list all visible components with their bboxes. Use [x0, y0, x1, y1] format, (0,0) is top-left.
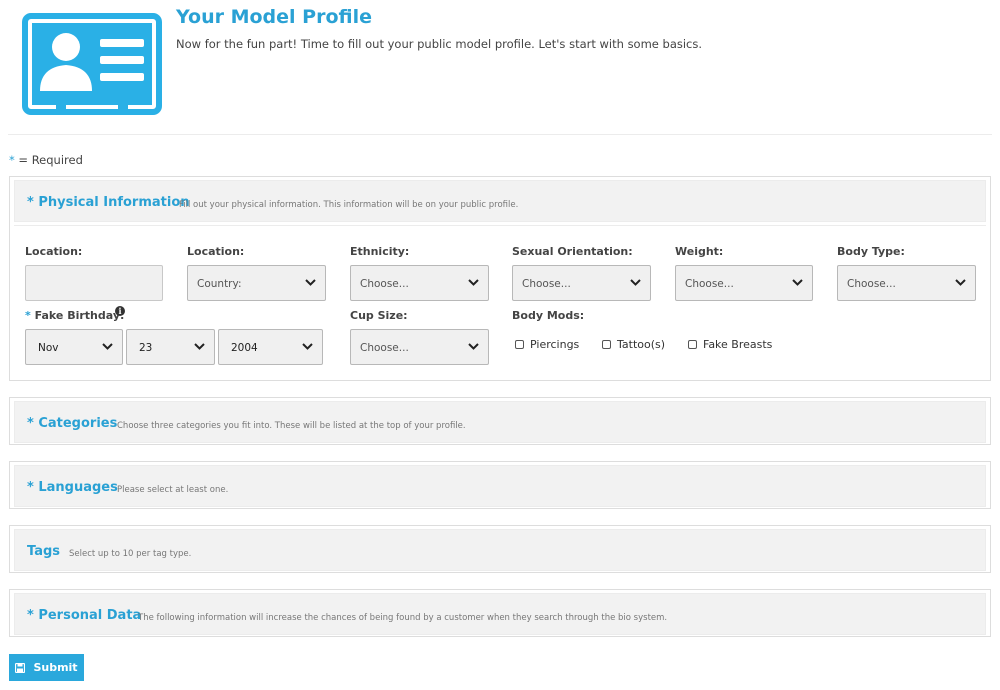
categories-section: * Categories Choose three categories you…: [9, 397, 991, 445]
physical-information-title: * Physical Information: [27, 195, 190, 210]
location-country-label: Location:: [187, 245, 245, 258]
country-select[interactable]: Country:: [187, 265, 326, 301]
piercings-label: Piercings: [530, 338, 580, 351]
required-note-text: = Required: [18, 153, 83, 167]
physical-information-description: Fill out your physical information. This…: [179, 200, 519, 210]
fake-birthday-label-text: Fake Birthday:: [34, 309, 125, 322]
page-header: Your Model Profile Now for the fun part!…: [0, 0, 1000, 135]
tags-description: Select up to 10 per tag type.: [69, 549, 192, 559]
tags-title: Tags: [27, 544, 61, 559]
categories-description: Choose three categories you fit into. Th…: [117, 421, 466, 431]
location-city-input[interactable]: [25, 265, 163, 301]
sexual-orientation-label: Sexual Orientation:: [512, 245, 633, 258]
chevron-down-icon: [194, 343, 205, 350]
page-intro: Now for the fun part! Time to fill out y…: [176, 37, 703, 51]
submit-button[interactable]: Submit: [9, 654, 84, 681]
sexual-orientation-select[interactable]: Choose...: [512, 265, 651, 301]
tattoos-checkbox[interactable]: [602, 340, 611, 349]
languages-title: * Languages: [27, 480, 118, 495]
cup-size-label: Cup Size:: [350, 309, 408, 322]
personal-data-header[interactable]: * Personal Data The following informatio…: [14, 593, 986, 635]
sexual-orientation-select-value: Choose...: [522, 278, 571, 290]
body-type-select-value: Choose...: [847, 278, 896, 290]
chevron-down-icon: [302, 343, 313, 350]
piercings-checkbox-item[interactable]: Piercings: [515, 338, 579, 351]
info-icon[interactable]: i: [115, 306, 125, 316]
tags-section: Tags Select up to 10 per tag type.: [9, 525, 991, 573]
required-note: * = Required: [9, 153, 83, 167]
chevron-down-icon: [468, 279, 479, 286]
ethnicity-label: Ethnicity:: [350, 245, 410, 258]
tattoos-checkbox-item[interactable]: Tattoo(s): [602, 338, 665, 351]
weight-select[interactable]: Choose...: [675, 265, 813, 301]
categories-title: * Categories: [27, 416, 118, 431]
required-star: *: [25, 309, 31, 322]
cup-size-select-value: Choose...: [360, 342, 409, 354]
chevron-down-icon: [468, 343, 479, 350]
birthday-month-value: Nov: [38, 342, 59, 354]
profile-card-icon: [22, 13, 162, 115]
birthday-day-value: 23: [139, 342, 153, 354]
fake-breasts-label: Fake Breasts: [703, 338, 773, 351]
header-divider: [8, 134, 992, 135]
section-divider: [14, 225, 986, 226]
birthday-year-select[interactable]: 2004: [218, 329, 323, 365]
fake-birthday-label: * Fake Birthday:: [25, 309, 124, 322]
chevron-down-icon: [955, 279, 966, 286]
page-title: Your Model Profile: [176, 6, 372, 28]
fake-breasts-checkbox[interactable]: [688, 340, 697, 349]
chevron-down-icon: [792, 279, 803, 286]
personal-data-description: The following information will increase …: [138, 613, 668, 623]
chevron-down-icon: [305, 279, 316, 286]
languages-header[interactable]: * Languages Please select at least one.: [14, 465, 986, 507]
physical-information-header[interactable]: * Physical Information Fill out your phy…: [14, 180, 986, 222]
save-icon: [15, 662, 26, 673]
personal-data-title: * Personal Data: [27, 608, 142, 623]
chevron-down-icon: [102, 343, 113, 350]
country-select-value: Country:: [197, 278, 242, 290]
piercings-checkbox[interactable]: [515, 340, 524, 349]
categories-header[interactable]: * Categories Choose three categories you…: [14, 401, 986, 443]
personal-data-section: * Personal Data The following informatio…: [9, 589, 991, 637]
body-mods-label: Body Mods:: [512, 309, 585, 322]
tattoos-label: Tattoo(s): [617, 338, 666, 351]
physical-information-section: * Physical Information Fill out your phy…: [9, 176, 991, 381]
required-star: *: [9, 153, 15, 167]
submit-label: Submit: [33, 661, 78, 674]
languages-section: * Languages Please select at least one.: [9, 461, 991, 509]
weight-label: Weight:: [675, 245, 724, 258]
languages-description: Please select at least one.: [117, 485, 229, 495]
chevron-down-icon: [630, 279, 641, 286]
ethnicity-select-value: Choose...: [360, 278, 409, 290]
weight-select-value: Choose...: [685, 278, 734, 290]
fake-breasts-checkbox-item[interactable]: Fake Breasts: [688, 338, 772, 351]
birthday-year-value: 2004: [231, 342, 258, 354]
cup-size-select[interactable]: Choose...: [350, 329, 489, 365]
location-city-label: Location:: [25, 245, 83, 258]
body-type-label: Body Type:: [837, 245, 905, 258]
birthday-day-select[interactable]: 23: [126, 329, 215, 365]
birthday-month-select[interactable]: Nov: [25, 329, 123, 365]
body-type-select[interactable]: Choose...: [837, 265, 976, 301]
ethnicity-select[interactable]: Choose...: [350, 265, 489, 301]
tags-header[interactable]: Tags Select up to 10 per tag type.: [14, 529, 986, 571]
